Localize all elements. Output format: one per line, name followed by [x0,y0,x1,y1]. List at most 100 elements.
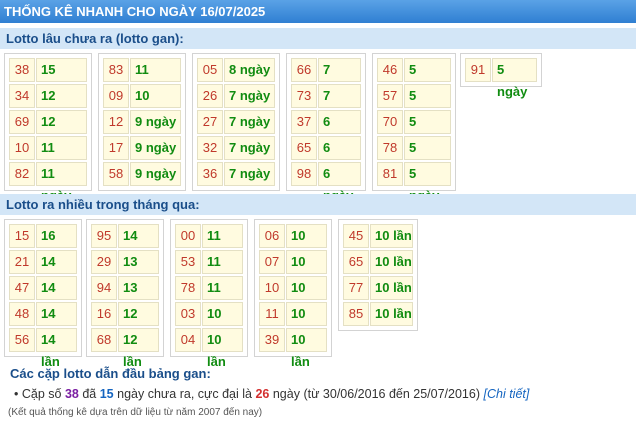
summary-prefix: Cặp số [21,387,62,401]
list-item: 667 ngày [291,58,361,99]
lotto-count: 11 lần [202,250,243,291]
lotto-count: 5 ngày [404,162,451,203]
list-item: 1612 lần [91,302,159,343]
lotto-count: 7 ngày [318,58,361,99]
list-item: 56 14 lần [9,328,77,369]
list-item: 3815 ngày [9,58,87,99]
list-item: 0710 lần [259,250,327,291]
list-item: 815 ngày [377,162,451,203]
lotto-count: 9 ngày [130,136,181,160]
lotto-count: 5 ngày [404,110,451,151]
lotto-number: 73 [291,84,317,108]
footnote: (Kết quả thống kê dựa trên dữ liệu từ nă… [8,407,263,418]
nhieu-column: 1516 lần2114 lần4714 lần4814 lần5614 lần [4,219,82,369]
lotto-count: 7 ngày [224,110,275,134]
lotto-count: 10 lần [286,328,327,369]
list-item: 1110 lần [259,302,327,343]
lotto-number: 10 [9,136,35,160]
lotto-number: 56 [9,328,35,352]
lotto-number: 77 [343,276,369,300]
list-item: 36 7 ngày [197,162,275,188]
summary-days: 15 [99,387,114,401]
lotto-count: 13 lần [118,276,159,317]
lotto-number: 45 [343,224,369,248]
lotto-number: 39 [259,328,285,352]
summary-mid1: đã [82,387,97,401]
lotto-number: 46 [377,58,403,82]
lotto-number: 69 [9,110,35,134]
list-item: 12 9 ngày [103,110,181,136]
list-item: 785 ngày [377,136,451,177]
lotto-count: 10 lần [286,276,327,317]
lotto-count: 14 lần [118,224,159,265]
lotto-number: 15 [9,224,35,248]
gan-column: 8311 ngày0910 ngày129 ngày179 ngày589 ng… [98,53,186,191]
lotto-count: 11 lần [202,276,243,317]
nhieu-heading: Lotto ra nhiều trong tháng qua: [0,194,636,215]
summary-mid2: ngày chưa ra, cực đại là [117,387,252,401]
lotto-count: 8 ngày [224,58,275,82]
list-item: 4814 lần [9,302,77,343]
lotto-count: 13 lần [118,250,159,291]
list-item: 4714 lần [9,276,77,317]
lotto-number: 09 [103,84,129,108]
list-item: 77 10 lần [343,276,413,302]
lotto-count: 7 ngày [224,162,275,186]
lotto-number: 66 [291,58,317,82]
lotto-number: 16 [91,302,117,326]
lotto-count: 10 lần [202,328,243,369]
lotto-number: 11 [259,302,285,326]
lotto-number: 94 [91,276,117,300]
lotto-count: 5 ngày [404,58,451,99]
list-item: 0310 lần [175,302,243,343]
lotto-count: 10 lần [370,250,413,274]
lotto-number: 47 [9,276,35,300]
lotto-count: 15 ngày [36,58,87,99]
lotto-count: 16 lần [36,224,77,265]
list-item: 0910 ngày [103,84,181,125]
list-item: 705 ngày [377,110,451,151]
summary-pair: 38 [64,387,79,401]
summary-mid3: ngày (từ 30/06/2016 đến 25/07/2016) [272,387,481,401]
list-item: 1516 lần [9,224,77,265]
lotto-number: 21 [9,250,35,274]
lotto-number: 12 [103,110,129,134]
lotto-count: 10 ngày [130,84,181,125]
lotto-count: 14 lần [36,250,77,291]
list-item: 9413 lần [91,276,159,317]
lotto-number: 37 [291,110,317,134]
list-item: 8311 ngày [103,58,181,99]
list-item: 986 ngày [291,162,361,203]
lotto-count: 14 lần [36,302,77,343]
list-item: 39 10 lần [259,328,327,369]
lotto-number: 10 [259,276,285,300]
gan-column: 3815 ngày3412 ngày6912 ngày1011 ngày8211… [4,53,92,203]
lotto-number: 70 [377,110,403,134]
lotto-number: 17 [103,136,129,160]
lotto-number: 26 [197,84,223,108]
lotto-number: 34 [9,84,35,108]
lotto-count: 14 lần [36,276,77,317]
lotto-number: 95 [91,224,117,248]
lotto-number: 81 [377,162,403,186]
list-item: 1010 lần [259,276,327,317]
gan-column: 05 8 ngày 26 7 ngày 27 7 ngày 32 7 ngày 36 7 ngày [192,53,280,191]
lotto-count: 12 ngày [36,110,87,151]
list-item: 7811 lần [175,276,243,317]
detail-link[interactable]: [Chi tiết] [484,387,530,401]
lotto-count: 10 lần [286,250,327,291]
list-item: 8211 ngày [9,162,87,203]
list-item: 465 ngày [377,58,451,99]
summary-max: 26 [255,387,270,401]
list-item: 27 7 ngày [197,110,275,136]
lotto-count: 10 lần [370,276,413,300]
list-item: 85 10 lần [343,302,413,328]
list-item: 737 ngày [291,84,361,125]
list-item: 04 10 lần [175,328,243,369]
lotto-count: 7 ngày [318,84,361,125]
lotto-number: 36 [197,162,223,186]
lotto-number: 03 [175,302,201,326]
lotto-count: 6 ngày [318,110,361,151]
list-item: 0610 lần [259,224,327,265]
list-item: 45 10 lần [343,224,413,250]
